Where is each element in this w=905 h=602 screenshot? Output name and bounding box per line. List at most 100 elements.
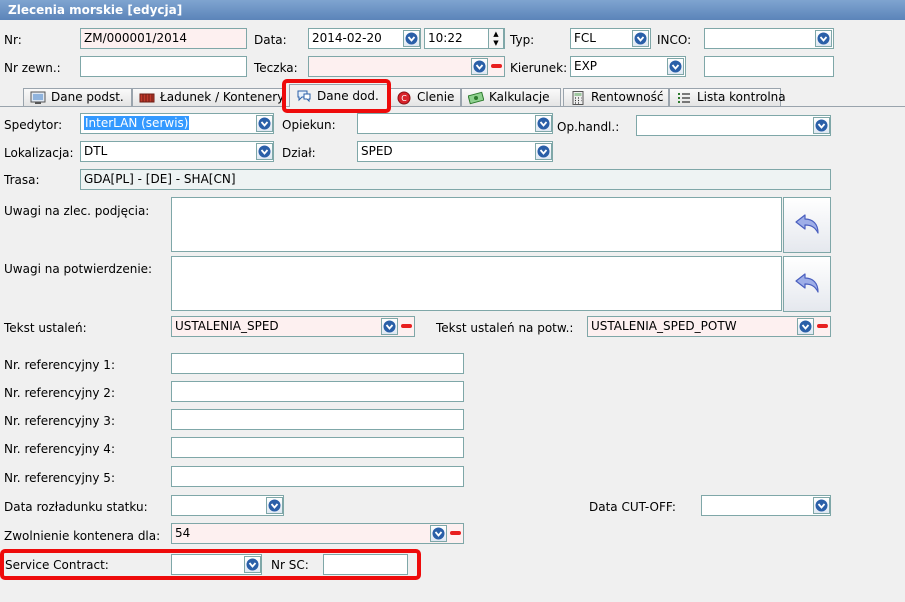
minus-icon: [449, 531, 461, 535]
trasa-label: Trasa:: [4, 173, 40, 187]
nr-label: Nr:: [4, 33, 22, 47]
svg-text:C: C: [401, 94, 407, 103]
tekst-ustalen-value: USTALENIA_SPED: [175, 319, 279, 333]
tab-ladunek-kontenery[interactable]: Ładunek / Kontenery: [132, 88, 284, 106]
time-spinner[interactable]: ▲ ▼: [488, 28, 504, 49]
active-tab-highlight: [282, 79, 391, 113]
uwagi-zlec-undo-button[interactable]: [783, 197, 831, 253]
tab-label: Kalkulacje: [489, 90, 550, 104]
nr-ref-2-label: Nr. referencyjny 2:: [4, 386, 115, 400]
tekst-ustalen-clear-button[interactable]: [400, 320, 412, 332]
teczka-clear-button[interactable]: [490, 60, 502, 72]
data-label: Data:: [254, 33, 287, 47]
tekst-ustalen-potw-clear-button[interactable]: [816, 320, 828, 332]
zwolnienie-dropdown-button[interactable]: [430, 525, 447, 542]
nr-zewn-field[interactable]: [80, 56, 247, 77]
lokalizacja-dropdown-button[interactable]: [256, 143, 273, 160]
nr-ref-1-field[interactable]: [171, 353, 464, 374]
teczka-dropdown-button[interactable]: [471, 58, 488, 75]
zwolnienie-value: 54: [175, 526, 191, 540]
tab-clenie[interactable]: C Clenie: [389, 88, 461, 106]
chevron-down-icon: [815, 119, 828, 132]
opiekun-label: Opiekun:: [282, 118, 336, 132]
tekst-ustalen-potw-dropdown-button[interactable]: [797, 318, 814, 335]
typ-label: Typ:: [510, 33, 535, 47]
op-handl-field[interactable]: [636, 115, 831, 136]
op-handl-label: Op.handl.:: [557, 120, 620, 134]
dzial-value: SPED: [361, 144, 393, 158]
typ-value: FCL: [574, 31, 596, 45]
kierunek-value: EXP: [574, 59, 598, 73]
chevron-down-icon: [817, 32, 830, 45]
op-handl-dropdown-button[interactable]: [813, 117, 830, 134]
tab-dane-podst[interactable]: Dane podst.: [23, 88, 132, 106]
uwagi-zlec-label: Uwagi na zlec. podjęcia:: [4, 204, 150, 218]
lokalizacja-field[interactable]: DTL: [80, 141, 274, 162]
tab-label: Rentowność: [591, 90, 664, 104]
money-icon: [468, 91, 484, 104]
nr-ref-2-field[interactable]: [171, 381, 464, 402]
zwolnienie-clear-button[interactable]: [449, 527, 461, 539]
data-cutoff-field[interactable]: [701, 495, 831, 516]
nr-ref-5-label: Nr. referencyjny 5:: [4, 471, 115, 485]
tekst-ustalen-dropdown-button[interactable]: [381, 318, 398, 335]
nr-zewn-label: Nr zewn.:: [4, 61, 61, 75]
spedytor-dropdown-button[interactable]: [256, 115, 273, 132]
kierunek-label: Kierunek:: [510, 61, 568, 75]
chevron-down-icon: [634, 32, 647, 45]
kierunek-extra-field[interactable]: [704, 56, 834, 77]
chevron-down-icon: [432, 527, 445, 540]
customs-stamp-icon: C: [397, 91, 411, 104]
tab-label: Clenie: [417, 90, 455, 104]
opiekun-dropdown-button[interactable]: [535, 115, 552, 132]
chevron-down-icon: [258, 117, 271, 130]
nr-field[interactable]: ZM/000001/2014: [80, 28, 247, 49]
chevron-down-icon: [473, 60, 486, 73]
nr-ref-3-field[interactable]: [171, 409, 464, 430]
checklist-icon: [678, 92, 690, 103]
lokalizacja-label: Lokalizacja:: [4, 146, 74, 160]
chevron-down-icon: [258, 145, 271, 158]
tab-lista-kontrolna[interactable]: Lista kontrolna: [669, 88, 786, 106]
inco-dropdown-button[interactable]: [815, 30, 832, 47]
data-cutoff-picker-button[interactable]: [813, 497, 830, 514]
data-rozladunku-picker-button[interactable]: [266, 497, 283, 514]
time-value: 10:22: [428, 31, 463, 45]
date-value: 2014-02-20: [312, 31, 382, 45]
tab-label: Ładunek / Kontenery: [160, 90, 285, 104]
spin-down-icon[interactable]: ▼: [489, 39, 503, 49]
tekst-ustalen-potw-field[interactable]: USTALENIA_SPED_POTW: [587, 316, 831, 337]
minus-icon: [400, 324, 412, 328]
calendar-dropdown-icon: [815, 499, 828, 512]
zwolnienie-label: Zwolnienie kontenera dla:: [4, 529, 161, 543]
nr-ref-4-label: Nr. referencyjny 4:: [4, 442, 115, 456]
chevron-down-icon: [537, 145, 550, 158]
spedytor-label: Spedytor:: [4, 118, 63, 132]
monitor-icon: [30, 91, 46, 104]
tab-kalkulacje[interactable]: Kalkulacje: [461, 88, 561, 106]
uwagi-potw-textarea[interactable]: [171, 256, 782, 311]
typ-dropdown-button[interactable]: [632, 30, 649, 47]
kierunek-dropdown-button[interactable]: [667, 58, 684, 75]
zwolnienie-field[interactable]: 54: [171, 523, 464, 544]
nr-ref-3-label: Nr. referencyjny 3:: [4, 414, 115, 428]
spin-up-icon[interactable]: ▲: [489, 29, 503, 39]
minus-icon: [816, 324, 828, 328]
date-picker-button[interactable]: [403, 30, 420, 47]
dzial-dropdown-button[interactable]: [535, 143, 552, 160]
tab-label: Dane podst.: [51, 90, 124, 104]
undo-arrow-icon: [795, 214, 819, 234]
uwagi-zlec-textarea[interactable]: [171, 197, 782, 252]
spedytor-value: InterLAN (serwis): [84, 116, 190, 130]
dzial-field[interactable]: SPED: [357, 141, 553, 162]
nr-ref-5-field[interactable]: [171, 466, 464, 487]
uwagi-potw-label: Uwagi na potwierdzenie:: [4, 262, 153, 276]
tekst-ustalen-field[interactable]: USTALENIA_SPED: [171, 316, 415, 337]
nr-ref-4-field[interactable]: [171, 437, 464, 458]
teczka-label: Teczka:: [254, 61, 298, 75]
spedytor-field[interactable]: InterLAN (serwis): [80, 113, 274, 134]
tab-rentownosc[interactable]: Rentowność: [563, 88, 669, 106]
opiekun-field[interactable]: [357, 113, 553, 134]
tekst-ustalen-potw-label: Tekst ustaleń na potw.:: [436, 321, 574, 335]
uwagi-potw-undo-button[interactable]: [783, 256, 831, 312]
